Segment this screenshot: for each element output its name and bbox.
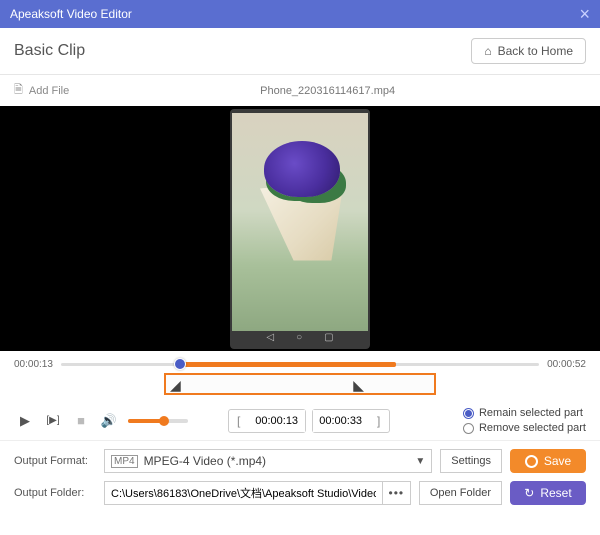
- bouquet-image: [254, 141, 350, 261]
- remove-label: Remove selected part: [479, 422, 586, 434]
- output-folder-label: Output Folder:: [14, 487, 96, 499]
- nav-back-icon: ◁: [266, 332, 274, 343]
- output-folder-box: •••: [104, 481, 411, 505]
- page-title: Basic Clip: [14, 42, 85, 60]
- title-bar: Apeaksoft Video Editor ×: [0, 0, 600, 28]
- volume-icon[interactable]: 🔊: [98, 410, 120, 432]
- header: Basic Clip ⌂ Back to Home: [0, 28, 600, 75]
- clip-start-input[interactable]: [249, 410, 305, 432]
- volume-knob[interactable]: [159, 416, 169, 426]
- save-button[interactable]: Save: [510, 449, 586, 473]
- check-circle-icon: [525, 455, 538, 468]
- current-filename: Phone_220316114617.mp4: [260, 85, 395, 97]
- clip-range-bar[interactable]: ◢ ◣: [164, 373, 436, 395]
- remain-label: Remain selected part: [479, 407, 583, 419]
- chevron-down-icon: ▼: [415, 456, 425, 467]
- home-icon: ⌂: [484, 44, 491, 58]
- clip-start-box: [: [228, 409, 306, 433]
- radio-icon: [463, 408, 474, 419]
- output-folder-input[interactable]: [105, 482, 382, 504]
- play-button[interactable]: ▶: [14, 410, 36, 432]
- remain-selected-radio[interactable]: Remain selected part: [463, 407, 586, 419]
- clip-end-marker-icon[interactable]: ◣: [353, 377, 364, 394]
- timeline-row: 00:00:13 00:00:52: [0, 351, 600, 373]
- open-folder-button[interactable]: Open Folder: [419, 481, 502, 505]
- stop-button[interactable]: ■: [70, 410, 92, 432]
- clip-end-box: ]: [312, 409, 390, 433]
- clip-end-input[interactable]: [313, 410, 369, 432]
- file-icon: 🗎: [14, 81, 23, 100]
- output-format-label: Output Format:: [14, 455, 96, 467]
- output-format-row: Output Format: MP4 MPEG-4 Video (*.mp4) …: [14, 449, 586, 473]
- output-folder-row: Output Folder: ••• Open Folder ↻ Reset: [14, 481, 586, 505]
- nav-home-icon: ○: [296, 332, 302, 343]
- set-end-bracket-icon[interactable]: ]: [369, 414, 389, 428]
- nav-recent-icon: ▢: [324, 332, 333, 343]
- output-format-value: MPEG-4 Video (*.mp4): [144, 454, 267, 468]
- app-title: Apeaksoft Video Editor: [10, 7, 132, 21]
- close-icon[interactable]: ×: [579, 4, 590, 25]
- step-button[interactable]: [▶]: [42, 410, 64, 432]
- file-bar: 🗎 Add File Phone_220316114617.mp4: [0, 75, 600, 106]
- browse-folder-button[interactable]: •••: [382, 482, 410, 504]
- seek-thumb[interactable]: [174, 358, 186, 370]
- set-start-bracket-icon[interactable]: [: [229, 414, 249, 428]
- clip-range-row: ◢ ◣: [0, 373, 600, 401]
- phone-frame: ◁ ○ ▢: [230, 109, 370, 349]
- phone-nav-bar: ◁ ○ ▢: [232, 331, 368, 345]
- add-file-label: Add File: [29, 85, 69, 97]
- remove-selected-radio[interactable]: Remove selected part: [463, 422, 586, 434]
- time-current: 00:00:13: [14, 359, 53, 370]
- reset-icon: ↻: [524, 486, 534, 500]
- format-type-icon: MP4: [111, 455, 138, 468]
- footer: Output Format: MP4 MPEG-4 Video (*.mp4) …: [0, 441, 600, 513]
- save-label: Save: [544, 454, 571, 468]
- volume-slider[interactable]: [128, 419, 188, 423]
- clip-time-boxes: [ ]: [228, 409, 390, 433]
- back-to-home-button[interactable]: ⌂ Back to Home: [471, 38, 586, 64]
- clip-mode-group: Remain selected part Remove selected par…: [463, 407, 586, 434]
- settings-button[interactable]: Settings: [440, 449, 502, 473]
- seek-slider[interactable]: [61, 357, 539, 371]
- controls-row: ▶ [▶] ■ 🔊 [ ] Remain selected part Remov…: [0, 401, 600, 441]
- clip-start-marker-icon[interactable]: ◢: [170, 377, 181, 394]
- video-preview: ◁ ○ ▢: [0, 106, 600, 351]
- reset-label: Reset: [540, 486, 571, 500]
- radio-icon: [463, 423, 474, 434]
- video-content: [232, 113, 368, 331]
- time-total: 00:00:52: [547, 359, 586, 370]
- output-format-select[interactable]: MP4 MPEG-4 Video (*.mp4) ▼: [104, 449, 432, 473]
- back-to-home-label: Back to Home: [498, 44, 573, 58]
- add-file-button[interactable]: 🗎 Add File: [14, 81, 69, 100]
- reset-button[interactable]: ↻ Reset: [510, 481, 586, 505]
